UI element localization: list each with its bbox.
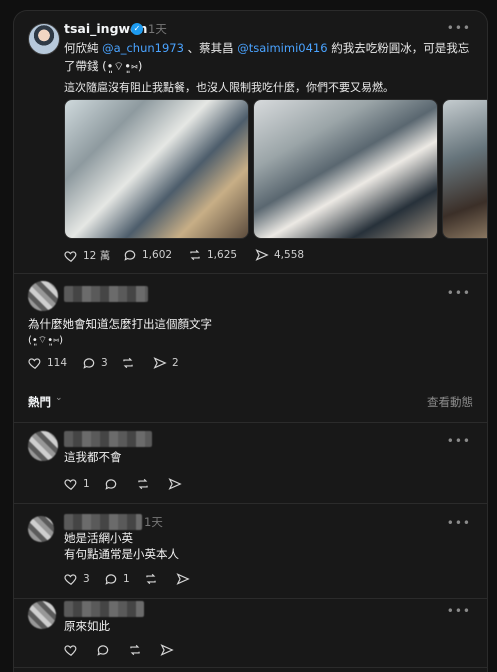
bottom-divider [14, 667, 487, 668]
chevron-down-icon[interactable]: ⌄ [55, 393, 63, 403]
commenter-avatar[interactable] [28, 431, 58, 461]
like-count: 12 萬 [83, 250, 111, 262]
post-photo-1[interactable] [64, 99, 249, 239]
comment-line-2: 有句點通常是小英本人 [64, 547, 179, 561]
repost-icon [136, 477, 150, 491]
comment-button[interactable]: 1,602 [123, 248, 172, 262]
comment-reply-button[interactable]: 3 [82, 356, 108, 370]
post-subtext: 這次隨扈沒有阻止我點餐，也沒人限制我吃什麼，你們不要又易燃。 [64, 81, 394, 94]
post-photo-3[interactable] [442, 99, 487, 239]
send-icon [176, 572, 190, 586]
comment-reply-button[interactable] [96, 643, 110, 657]
repost-icon [144, 572, 158, 586]
comment-like-count: 114 [47, 357, 68, 369]
commenter-avatar[interactable] [28, 601, 56, 629]
comment-icon [123, 248, 137, 262]
divider [14, 598, 487, 599]
comment-reply-count: 1 [123, 573, 130, 585]
repost-count: 1,625 [207, 249, 238, 261]
more-options-icon[interactable]: ••• [447, 21, 471, 35]
thread-panel: tsai_ingwen ✓ 1天 ••• 何欣純 @a_chun1973 、蔡其… [13, 10, 488, 672]
comment-icon [82, 356, 96, 370]
verified-badge-icon: ✓ [131, 23, 143, 35]
author-avatar[interactable] [28, 23, 60, 55]
comment-icon [104, 572, 118, 586]
post-time: 1天 [148, 22, 167, 36]
repost-icon [121, 356, 135, 370]
more-options-icon[interactable]: ••• [447, 286, 471, 300]
send-icon [153, 356, 167, 370]
commenter-username[interactable] [64, 286, 148, 302]
repost-button[interactable]: 1,625 [188, 248, 237, 262]
comment-text: 這我都不會 [64, 450, 122, 464]
heart-icon [64, 477, 78, 491]
comment-icon [96, 643, 110, 657]
comment-repost-button[interactable] [121, 356, 135, 370]
post-text-prefix: 何欣純 [64, 41, 103, 55]
share-count: 4,558 [274, 249, 305, 261]
comment-reply-button[interactable]: 1 [104, 572, 130, 586]
comment-reply-count: 3 [101, 357, 108, 369]
comment-share-button[interactable] [160, 643, 174, 657]
comment-text: 原來如此 [64, 619, 110, 633]
commenter-username[interactable] [64, 601, 144, 617]
comment-line-2: (•͈⌔•͈⑅) [28, 335, 63, 346]
send-icon [160, 643, 174, 657]
comment-share-button[interactable] [176, 572, 190, 586]
comment-share-button[interactable]: 2 [153, 356, 179, 370]
heart-icon [28, 356, 42, 370]
more-options-icon[interactable]: ••• [447, 516, 471, 530]
comment-share-count: 2 [172, 357, 179, 369]
commenter-avatar[interactable] [28, 281, 58, 311]
repost-icon [188, 248, 202, 262]
repost-icon [128, 643, 142, 657]
like-button[interactable]: 12 萬 [64, 248, 110, 263]
comment-line-1: 她是活網小英 [64, 531, 133, 545]
heart-icon [64, 249, 78, 263]
divider [14, 503, 487, 504]
comment-like-count: 1 [83, 478, 90, 490]
comment-share-button[interactable] [168, 477, 182, 491]
send-icon [168, 477, 182, 491]
post-photo-2[interactable] [253, 99, 438, 239]
divider [14, 273, 487, 274]
comment-like-button[interactable]: 114 [28, 356, 67, 370]
comment-line-1: 為什麼她會知道怎麼打出這個顏文字 [28, 317, 212, 331]
comment-like-button[interactable]: 3 [64, 572, 90, 586]
comment-time: 1天 [144, 515, 163, 529]
comment-like-button[interactable]: 1 [64, 477, 90, 491]
commenter-username[interactable] [64, 514, 142, 530]
view-activity-link[interactable]: 查看動態 [427, 394, 473, 410]
comment-like-count: 3 [83, 573, 90, 585]
comment-icon [104, 477, 118, 491]
sort-dropdown[interactable]: 熱門 [28, 394, 51, 410]
comment-repost-button[interactable] [128, 643, 142, 657]
more-options-icon[interactable]: ••• [447, 434, 471, 448]
mention-link[interactable]: @tsaimimi0416 [237, 41, 327, 55]
comment-repost-button[interactable] [136, 477, 150, 491]
post-text: 何欣純 @a_chun1973 、蔡其昌 @tsaimimi0416 約我去吃粉… [64, 39, 474, 75]
share-button[interactable]: 4,558 [255, 248, 304, 262]
mention-link[interactable]: @a_chun1973 [102, 41, 184, 55]
more-options-icon[interactable]: ••• [447, 604, 471, 618]
heart-icon [64, 643, 78, 657]
comment-count: 1,602 [142, 249, 173, 261]
comment-reply-button[interactable] [104, 477, 118, 491]
heart-icon [64, 572, 78, 586]
divider [14, 422, 487, 423]
send-icon [255, 248, 269, 262]
comment-like-button[interactable] [64, 643, 78, 657]
post-text-middle: 、蔡其昌 [183, 41, 238, 55]
comment-repost-button[interactable] [144, 572, 158, 586]
commenter-avatar[interactable] [28, 516, 54, 542]
commenter-username[interactable] [64, 431, 152, 447]
